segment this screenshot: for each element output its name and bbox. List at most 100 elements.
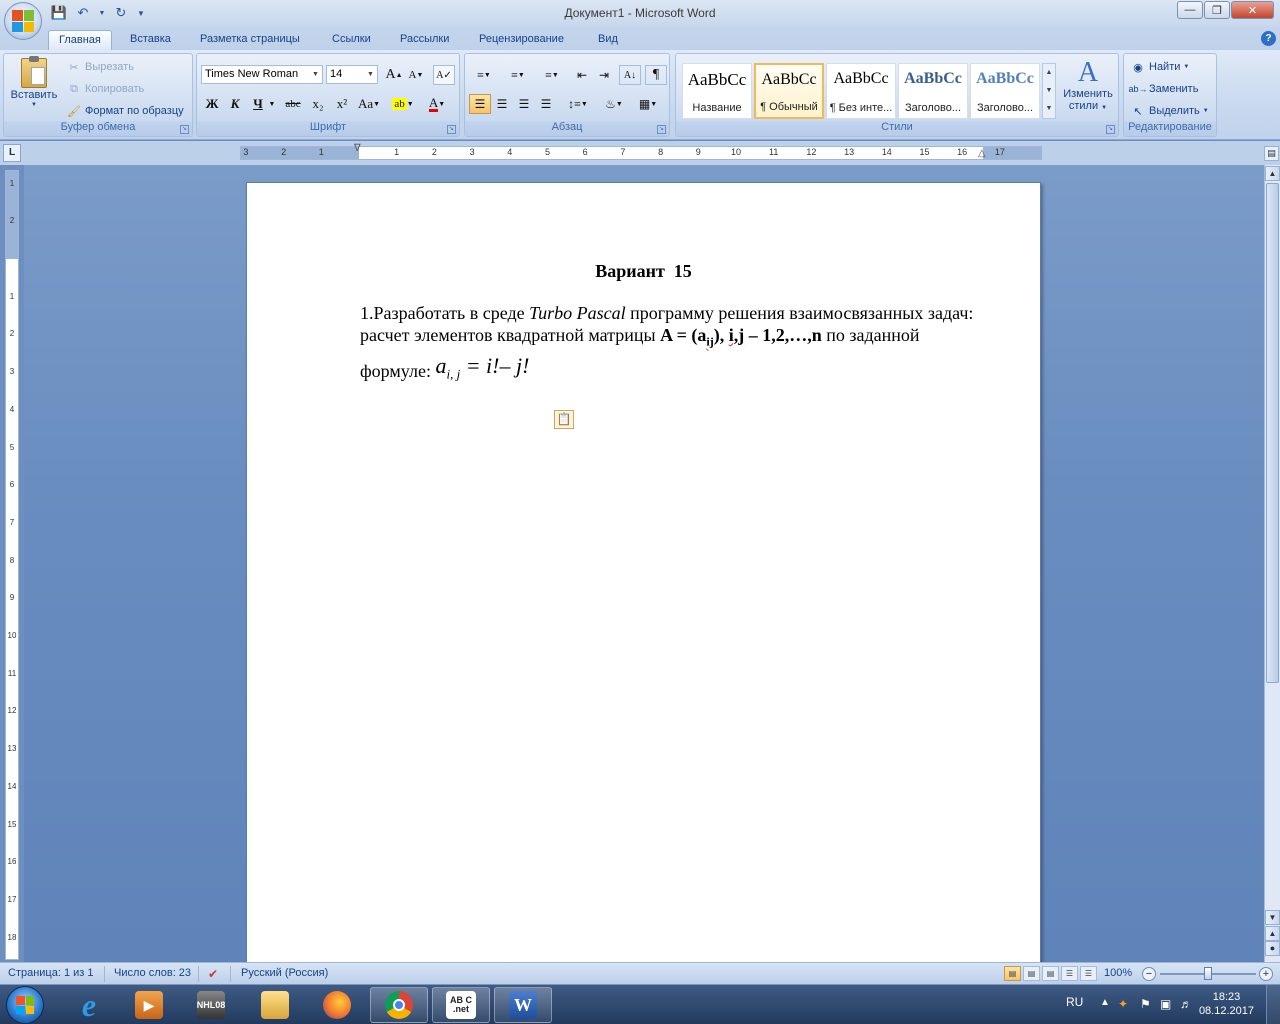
shrink-font-button[interactable]: A ▼ <box>405 65 427 85</box>
taskbar-word[interactable]: W <box>494 987 552 1023</box>
show-desktop-button[interactable] <box>1266 985 1280 1024</box>
paste-options-icon[interactable]: 📋 <box>554 410 574 429</box>
styles-launcher-icon[interactable]: ↘ <box>1106 125 1115 134</box>
horizontal-ruler[interactable]: 3 2 1 1 2 3 4 5 6 7 8 9 10 11 12 13 14 15 16 17 ∇ △ <box>240 143 1042 160</box>
tab-insert[interactable]: Вставка <box>120 30 181 50</box>
justify-button[interactable]: ☰ <box>535 94 557 114</box>
highlight-button[interactable]: ab ▼ <box>389 94 417 114</box>
view-ruler-icon[interactable]: ▤ <box>1264 146 1279 161</box>
more-styles-icon[interactable]: ▼ <box>1043 100 1055 118</box>
style-no-spacing[interactable]: AaBbCc ¶ Без инте... <box>826 63 896 119</box>
zoom-slider-thumb[interactable] <box>1204 967 1212 980</box>
select-button[interactable]: ↖ Выделить ▼ <box>1130 103 1208 119</box>
increase-indent-button[interactable]: ⇥ <box>593 65 615 85</box>
clear-formatting-button[interactable]: A✓ <box>433 65 455 85</box>
draft-view-button[interactable]: ☰ <box>1080 966 1097 981</box>
tab-review[interactable]: Рецензирование <box>469 30 574 50</box>
document-body[interactable]: 1.Разработать в среде Turbo Pascal прогр… <box>360 303 984 388</box>
page-indicator[interactable]: Страница: 1 из 1 <box>8 967 94 979</box>
scroll-down-icon[interactable]: ▼ <box>1043 82 1055 100</box>
align-right-button[interactable]: ☰ <box>513 94 535 114</box>
change-styles-button[interactable]: A Изменить стили ▼ <box>1060 58 1116 113</box>
avast-icon[interactable]: ✦ <box>1118 997 1128 1011</box>
vertical-ruler[interactable]: 1 2 1 2 3 4 5 6 7 8 9 10 11 12 13 14 15 16 17 18 <box>5 170 19 960</box>
full-screen-reading-button[interactable]: ▤ <box>1023 966 1040 981</box>
underline-dropdown-icon[interactable]: ▼ <box>267 94 277 114</box>
print-layout-view-button[interactable]: ▤ <box>1004 966 1021 981</box>
shading-button[interactable]: ♨ ▼ <box>599 94 629 114</box>
paste-button[interactable]: Вставить ▼ <box>8 56 60 118</box>
italic-button[interactable]: К <box>224 94 246 114</box>
font-size-combo[interactable]: 14 ▼ <box>326 65 378 84</box>
multilevel-list-button[interactable]: ≡ ▼ <box>537 65 567 85</box>
tab-home[interactable]: Главная <box>48 30 112 50</box>
line-spacing-button[interactable]: ↕≡ ▼ <box>563 94 593 114</box>
scroll-up-button[interactable]: ▲ <box>1265 166 1280 181</box>
volume-icon[interactable]: ♬ <box>1180 997 1192 1011</box>
underline-button[interactable]: Ч <box>247 94 269 114</box>
copy-button[interactable]: ⧉ Копировать <box>66 81 144 97</box>
taskbar-nhl08[interactable]: NHL08 <box>182 987 240 1023</box>
decrease-indent-button[interactable]: ⇤ <box>571 65 593 85</box>
word-count[interactable]: Число слов: 23 <box>114 967 191 979</box>
taskbar-file-explorer[interactable] <box>246 987 304 1023</box>
taskbar-media-player[interactable]: ▶ <box>120 987 178 1023</box>
select-browse-object-button[interactable]: ● <box>1265 941 1280 956</box>
proofing-icon[interactable]: ✔ <box>208 967 218 981</box>
cut-button[interactable]: ✂ Вырезать <box>66 59 134 75</box>
formula-object[interactable]: ai, j = i!– j! <box>435 353 529 381</box>
tab-selector-icon[interactable]: L <box>3 144 21 162</box>
zoom-out-button[interactable]: − <box>1142 967 1156 981</box>
align-center-button[interactable]: ☰ <box>491 94 513 114</box>
bold-button[interactable]: Ж <box>201 94 223 114</box>
grow-font-button[interactable]: A ▲ <box>383 65 405 85</box>
zoom-in-button[interactable]: + <box>1259 967 1273 981</box>
taskbar-chrome[interactable] <box>370 987 428 1023</box>
style-heading-1[interactable]: AaBbCc Заголово... <box>898 63 968 119</box>
scrollbar-thumb[interactable] <box>1266 183 1279 683</box>
change-case-button[interactable]: Aa ▼ <box>355 94 383 114</box>
start-button[interactable] <box>6 986 44 1024</box>
font-name-combo[interactable]: Times New Roman ▼ <box>201 65 323 84</box>
tab-mailings[interactable]: Рассылки <box>390 30 459 50</box>
superscript-button[interactable]: x² <box>331 94 353 114</box>
taskbar-internet-explorer[interactable]: e <box>60 987 118 1023</box>
style-heading-2[interactable]: AaBbCc Заголово... <box>970 63 1040 119</box>
indent-marker-icon[interactable]: ∇ <box>354 143 361 154</box>
font-launcher-icon[interactable]: ↘ <box>447 125 456 134</box>
language-indicator-tray[interactable]: RU <box>1066 995 1083 1009</box>
strikethrough-button[interactable]: abc <box>282 94 304 114</box>
minimize-button[interactable]: — <box>1177 1 1203 19</box>
style-normal[interactable]: AaBbCc ¶ Обычный <box>754 63 824 119</box>
style-title[interactable]: AaBbCc Название <box>682 63 752 119</box>
web-layout-button[interactable]: ▤ <box>1042 966 1059 981</box>
numbering-button[interactable]: ≡ ▼ <box>503 65 533 85</box>
find-button[interactable]: ◉ Найти ▼ <box>1130 59 1189 75</box>
subscript-button[interactable]: x₂ <box>307 94 329 114</box>
vertical-scrollbar[interactable]: ▲ ▼ ▲ ● <box>1264 165 1280 962</box>
help-icon[interactable]: ? <box>1261 31 1276 46</box>
previous-page-button[interactable]: ▲ <box>1265 926 1280 941</box>
right-indent-marker-icon[interactable]: △ <box>978 148 986 159</box>
bullets-button[interactable]: ≡ ▼ <box>469 65 499 85</box>
action-center-icon[interactable]: ⚑ <box>1140 997 1151 1011</box>
tab-page-layout[interactable]: Разметка страницы <box>190 30 310 50</box>
align-left-button[interactable]: ☰ <box>469 94 491 114</box>
tab-references[interactable]: Ссылки <box>322 30 381 50</box>
close-button[interactable]: ✕ <box>1231 1 1274 19</box>
maximize-button[interactable]: ❐ <box>1204 1 1230 19</box>
format-painter-button[interactable]: 🖌 Формат по образцу <box>66 103 184 119</box>
clipboard-launcher-icon[interactable]: ↘ <box>180 125 189 134</box>
sort-button[interactable]: A↓ <box>619 65 641 85</box>
scroll-down-button[interactable]: ▼ <box>1265 910 1280 925</box>
zoom-level[interactable]: 100% <box>1104 967 1132 979</box>
borders-button[interactable]: ▦ ▼ <box>633 94 663 114</box>
network-icon[interactable]: ▣ <box>1160 997 1171 1011</box>
show-hidden-icons[interactable]: ▲ <box>1100 997 1110 1008</box>
replace-button[interactable]: ab→ Заменить <box>1129 81 1199 97</box>
document-page[interactable]: Вариант 15 1.Разработать в среде Turbo P… <box>246 182 1041 972</box>
paragraph-launcher-icon[interactable]: ↘ <box>657 125 666 134</box>
show-marks-button[interactable]: ¶ <box>645 65 667 85</box>
font-color-button[interactable]: A ▼ <box>423 94 451 114</box>
office-button[interactable] <box>4 2 42 40</box>
